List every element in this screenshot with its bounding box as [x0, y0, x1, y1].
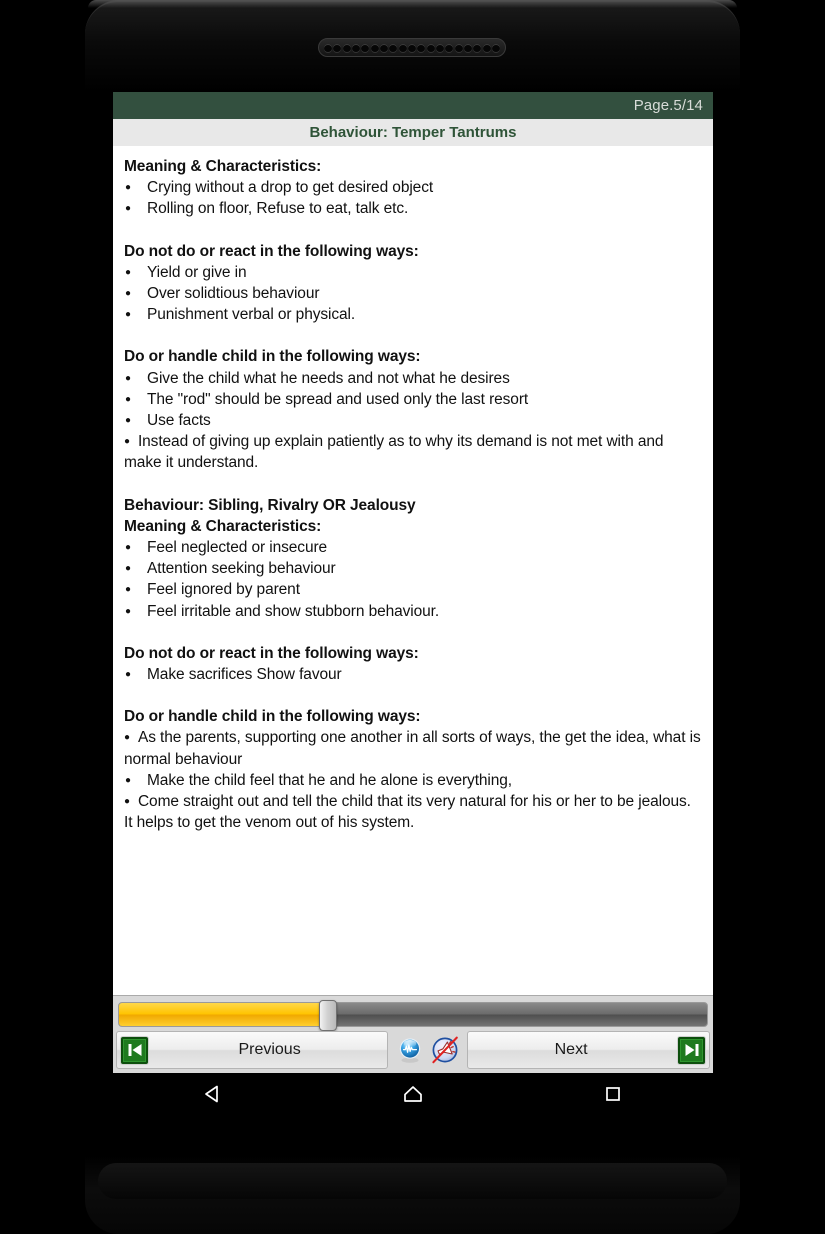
block-heading: Do not do or react in the following ways… [124, 644, 419, 662]
device-bottom-bezel-inner [98, 1163, 727, 1199]
sound-waveform-icon[interactable] [394, 1033, 426, 1067]
bullet-item: Rolling on floor, Refuse to eat, talk et… [124, 198, 702, 219]
speaker-hole [333, 43, 342, 52]
bullet-item: Make the child feel that he and he alone… [124, 770, 702, 791]
skip-to-last-icon [678, 1036, 705, 1064]
recents-square-icon[interactable] [578, 1073, 648, 1114]
bullet-list: Yield or give inOver solidtious behaviou… [124, 262, 702, 326]
bullet-item: ● Come straight out and tell the child th… [124, 791, 702, 833]
seek-thumb[interactable] [318, 1000, 337, 1031]
bullet-item: Feel irritable and show stubborn behavio… [124, 601, 702, 622]
device-frame: Page.5/14 Behaviour: Temper Tantrums Mea… [0, 0, 825, 1234]
speaker-hole [463, 43, 472, 52]
content-block: Do not do or react in the following ways… [124, 241, 702, 326]
bullet-item: Crying without a drop to get desired obj… [124, 177, 702, 198]
block-heading: Do not do or react in the following ways… [124, 242, 419, 260]
skip-to-first-icon [121, 1036, 148, 1064]
bullet-glyph: ● [124, 436, 130, 448]
previous-button-label: Previous [238, 1041, 301, 1058]
reader-controls: Previous Next [113, 995, 713, 1073]
speaker-hole [426, 43, 435, 52]
page-seek-slider[interactable] [118, 1000, 708, 1031]
next-button-label: Next [554, 1041, 588, 1058]
block-subheading: Meaning & Characteristics: [124, 517, 322, 535]
speaker-hole [351, 43, 360, 52]
mute-megaphone-icon[interactable] [429, 1033, 461, 1067]
speaker-hole [454, 43, 463, 52]
speaker-hole [473, 43, 482, 52]
speaker-hole [491, 43, 500, 52]
block-heading: Meaning & Characteristics: [124, 158, 322, 175]
speaker-hole [342, 43, 351, 52]
speaker-hole [324, 43, 332, 52]
block-heading: Do or handle child in the following ways… [124, 708, 421, 726]
bullet-text: Come straight out and tell the child tha… [124, 793, 691, 832]
speaker-hole [445, 43, 454, 52]
bullet-item: ● Instead of giving up explain patiently … [124, 431, 702, 473]
content-block: Do not do or react in the following ways… [124, 643, 702, 686]
speaker-hole [482, 43, 491, 52]
chapter-title-bar: Behaviour: Temper Tantrums [113, 119, 713, 146]
bullet-list: Feel neglected or insecureAttention seek… [124, 537, 702, 622]
bullet-item: Punishment verbal or physical. [124, 304, 702, 325]
device-top-bezel-sheen [88, 0, 737, 8]
block-heading: Do or handle child in the following ways… [124, 348, 421, 366]
content-block: Meaning & Characteristics: Crying without… [124, 156, 702, 220]
speaker-hole [435, 43, 444, 52]
speaker-hole [417, 43, 426, 52]
content-block: Behaviour: Sibling, Rivalry OR Jealousy M… [124, 495, 702, 622]
bullet-item: Over solidtious behaviour [124, 283, 702, 304]
seek-fill [119, 1003, 328, 1026]
block-heading: Behaviour: Sibling, Rivalry OR Jealousy [124, 496, 416, 514]
app-screen: Page.5/14 Behaviour: Temper Tantrums Mea… [113, 92, 713, 1073]
page-title: Behaviour: Temper Tantrums [309, 124, 517, 141]
center-icon-group [392, 1033, 463, 1067]
bullet-list: Give the child what he needs and not wha… [124, 368, 702, 474]
page-header-bar: Page.5/14 [113, 92, 713, 119]
previous-button[interactable]: Previous [116, 1031, 389, 1069]
bullet-item: Give the child what he needs and not wha… [124, 368, 702, 389]
speaker-hole [361, 43, 370, 52]
bullet-item: Yield or give in [124, 262, 702, 283]
speaker-hole [398, 43, 407, 52]
page-indicator: Page.5/14 [633, 97, 703, 114]
speaker-hole [389, 43, 398, 52]
home-icon[interactable] [378, 1073, 448, 1114]
next-button[interactable]: Next [467, 1031, 710, 1069]
bullet-item: Feel neglected or insecure [124, 537, 702, 558]
bullet-item: Use facts [124, 410, 702, 431]
article-body[interactable]: Meaning & Characteristics: Crying without… [113, 146, 713, 995]
bullet-item: ● As the parents, supporting one another … [124, 727, 702, 769]
bullet-item: Attention seeking behaviour [124, 558, 702, 579]
content-block: Do or handle child in the following ways… [124, 346, 702, 473]
bullet-item: The "rod" should be spread and used only… [124, 389, 702, 410]
speaker-hole [379, 43, 388, 52]
bullet-list: Crying without a drop to get desired obj… [124, 177, 702, 220]
bullet-item: Feel ignored by parent [124, 579, 702, 600]
speaker-hole [370, 43, 379, 52]
android-navigation-bar [113, 1073, 713, 1114]
bullet-glyph: ● [124, 796, 130, 808]
back-triangle-icon[interactable] [178, 1073, 248, 1114]
bullet-glyph: ● [124, 732, 130, 744]
bullet-item: Make sacrifices Show favour [124, 664, 702, 685]
bullet-text: As the parents, supporting one another i… [124, 729, 701, 768]
navigation-row: Previous Next [116, 1031, 710, 1069]
bullet-list: Make sacrifices Show favour [124, 664, 702, 685]
earpiece-speaker-grille [318, 38, 506, 57]
content-block: Do or handle child in the following ways… [124, 706, 702, 833]
bullet-list: ● As the parents, supporting one another … [124, 727, 702, 833]
bullet-text: Instead of giving up explain patiently a… [124, 433, 664, 472]
speaker-hole [407, 43, 416, 52]
